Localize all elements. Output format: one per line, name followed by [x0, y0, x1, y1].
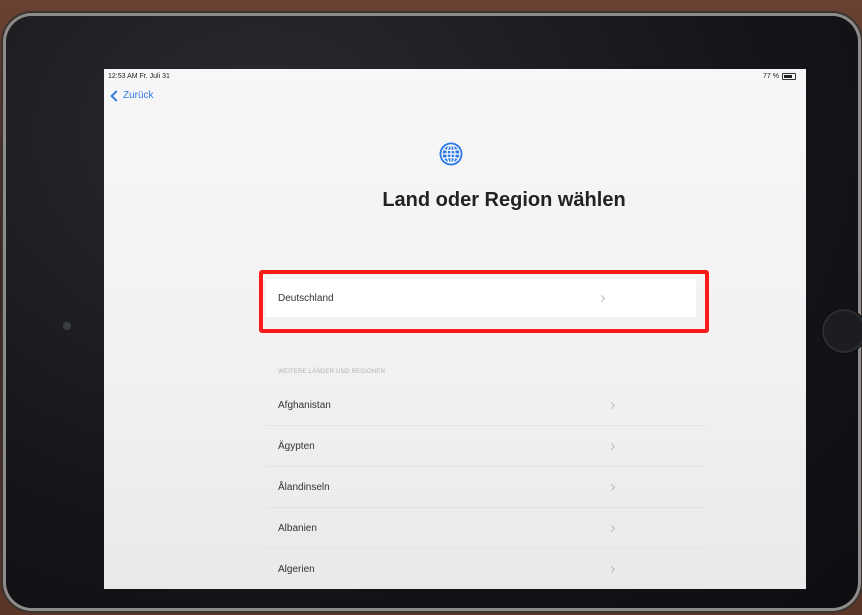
country-label: Albanien [278, 522, 317, 534]
country-label: Afghanistan [278, 399, 331, 411]
list-item[interactable]: Ägypten [266, 426, 706, 467]
list-item[interactable]: Algerien [266, 549, 706, 589]
chevron-right-icon [607, 483, 616, 491]
battery-icon [782, 73, 796, 80]
status-battery: 77 % [763, 73, 796, 80]
home-button[interactable] [822, 309, 862, 353]
globe-icon [439, 142, 463, 166]
ipad-device: 12:53 AM Fr. Juli 31 77 % Zurück Land od… [6, 16, 862, 608]
list-item[interactable]: Afghanistan [266, 385, 706, 426]
chevron-right-icon [607, 401, 616, 409]
status-time: 12:53 AM Fr. Juli 31 [108, 73, 170, 80]
chevron-right-icon [607, 442, 616, 450]
back-button[interactable]: Zurück [110, 89, 154, 102]
country-list: Afghanistan Ägypten Ålandinseln Albanien… [266, 385, 706, 589]
country-row-selected[interactable]: Deutschland [266, 279, 696, 317]
list-item[interactable]: Ålandinseln [266, 467, 706, 508]
front-camera [63, 322, 71, 330]
battery-percent: 77 % [763, 73, 779, 80]
chevron-right-icon [607, 565, 616, 573]
back-label: Zurück [123, 90, 154, 101]
section-header: WEITERE LÄNDER UND REGIONEN [278, 369, 386, 375]
chevron-right-icon [607, 524, 616, 532]
page-title: Land oder Region wählen [382, 189, 626, 211]
country-label: Ägypten [278, 440, 315, 452]
chevron-left-icon [110, 89, 122, 102]
ipad-screen: 12:53 AM Fr. Juli 31 77 % Zurück Land od… [104, 69, 806, 589]
country-label: Algerien [278, 563, 315, 575]
chevron-right-icon [597, 294, 606, 302]
list-item[interactable]: Albanien [266, 508, 706, 549]
country-label: Ålandinseln [278, 481, 330, 493]
country-label: Deutschland [278, 292, 334, 304]
